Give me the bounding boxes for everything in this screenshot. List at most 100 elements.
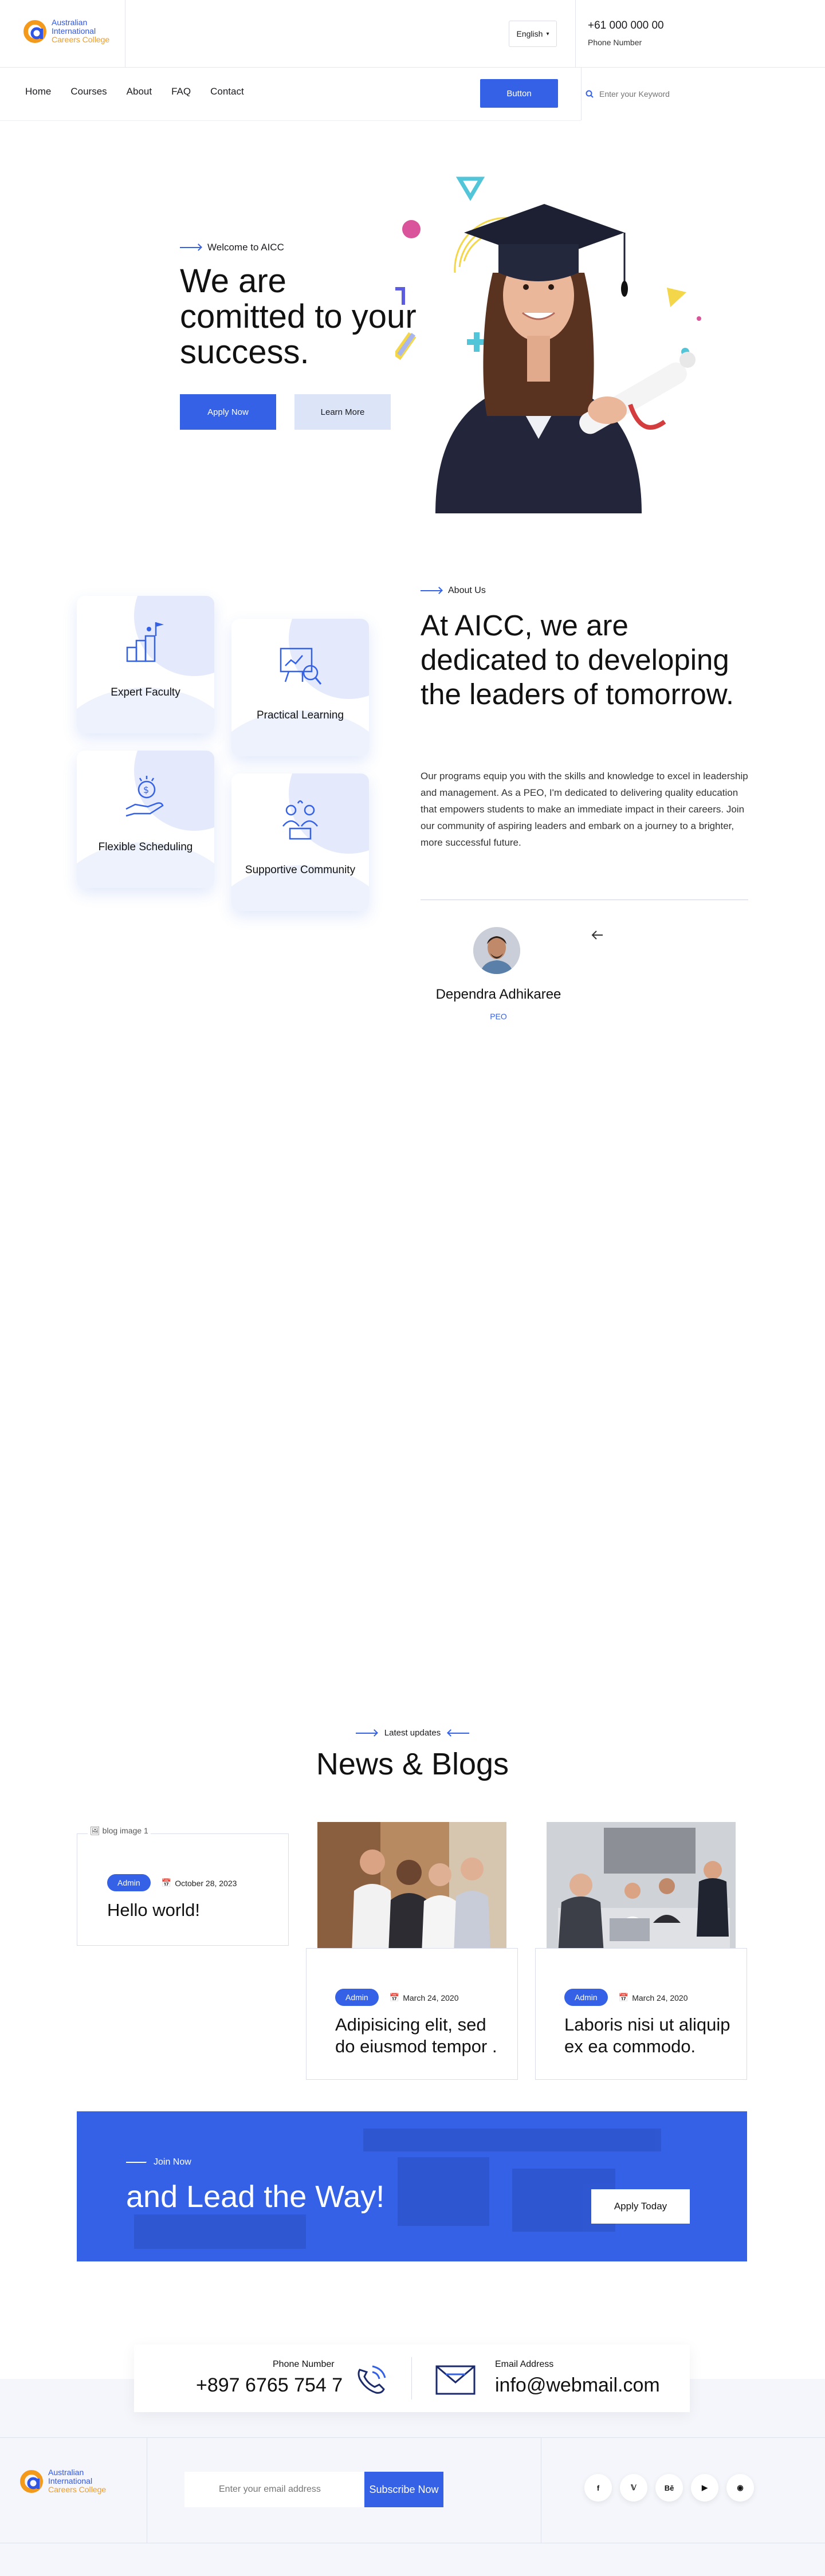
youtube-icon[interactable]: ▶ [691,2474,718,2502]
logo-mark-icon [23,19,46,43]
top-bar: Australian International Careers College… [0,0,825,68]
arrow-right-icon [126,2162,147,2163]
decor-triangle [455,176,485,201]
testimonial-name: Dependra Adhikaree [435,987,561,1002]
divider [575,0,576,68]
feature-label: Expert Faculty [111,686,180,698]
about-eyebrow: About Us [421,586,486,596]
blogs-eyebrow-text: Latest updates [384,1728,441,1738]
person-photo [473,927,520,974]
top-phone-number[interactable]: +61 000 000 00 [588,19,664,32]
feature-label: Practical Learning [256,709,344,721]
brand-logo[interactable]: Australian International Careers College [23,18,109,44]
contact-email-label: Email Address [495,2359,554,2369]
hero-eyebrow: Welcome to AICC [180,242,284,253]
avatar [473,927,520,974]
blog-badge[interactable]: Admin [335,1989,379,2006]
blog-card[interactable]: Admin 📅 March 24, 2020 Laboris nisi ut a… [535,1948,747,2080]
apply-now-button[interactable]: Apply Now [180,394,276,430]
graduate-student-image [395,176,701,513]
contact-box: Phone Number +897 6765 754 7 Email Addre… [134,2345,690,2412]
nav-button[interactable]: Button [480,79,558,108]
apply-today-button[interactable]: Apply Today [591,2189,690,2224]
decor-circle [402,220,421,238]
nav-item-home[interactable]: Home [25,86,51,97]
contact-phone[interactable]: +897 6765 754 7 [196,2374,343,2397]
footer-logo[interactable]: Australian International Careers College [19,2468,106,2494]
blog-image-alt: blog image 1 [102,1826,148,1835]
svg-text:$: $ [143,784,149,795]
instagram-icon[interactable]: ◉ [726,2474,754,2502]
facebook-icon[interactable]: f [584,2474,612,2502]
arrow-right-icon [180,247,201,248]
footer-divider [0,2437,825,2438]
nav-item-courses[interactable]: Courses [70,86,107,97]
brand-line-1: Australian [52,18,88,27]
feature-label: Flexible Scheduling [98,841,193,853]
hand-coin-icon: $ [125,776,164,817]
blog-image[interactable] [317,1822,506,1954]
blog-card[interactable]: Admin 📅 March 24, 2020 Adipisicing elit,… [306,1948,518,2080]
cta-banner: Join Now and Lead the Way! Apply Today [77,2111,747,2261]
feature-label: Supportive Community [245,864,356,876]
contact-email[interactable]: info@webmail.com [495,2374,660,2397]
about-eyebrow-text: About Us [448,586,486,595]
feature-card-flexible-scheduling[interactable]: $ Flexible Scheduling [77,751,214,888]
subscribe-button[interactable]: Subscribe Now [364,2472,443,2507]
blog-date: March 24, 2020 [403,1993,459,2002]
feature-card-practical-learning[interactable]: Practical Learning [231,619,369,756]
hero-eyebrow-text: Welcome to AICC [207,242,284,253]
arrow-right-icon [421,590,441,591]
brand-line-1: Australian [48,2468,84,2477]
learn-more-button[interactable]: Learn More [294,394,391,430]
chevron-down-icon: ▾ [546,30,549,37]
cta-eyebrow: Join Now [126,2157,191,2167]
brand-line-2: International [52,26,96,36]
presentation-board-icon [280,647,322,685]
calendar-icon: 📅 [161,1878,172,1887]
phone-icon [358,2365,386,2394]
search-input[interactable] [599,89,771,99]
brand-line-3: Careers College [52,35,110,44]
about-text: Our programs equip you with the skills a… [421,771,748,848]
divider [411,2357,412,2400]
about-title: At AICC, we are dedicated to developing … [421,609,734,710]
blog-title[interactable]: Adipisicing elit, sed do eiusmod tempor … [335,2014,501,2057]
nav-item-faq[interactable]: FAQ [171,86,191,97]
blogs-eyebrow: Latest updates [0,1728,825,1738]
search-icon[interactable] [586,90,594,98]
podium-flag-icon [126,622,164,662]
feature-card-expert-faculty[interactable]: Expert Faculty [77,596,214,733]
blog-badge[interactable]: Admin [107,1874,151,1891]
blog-card[interactable]: 🖼 blog image 1 Admin 📅 October 28, 2023 … [77,1826,289,1946]
language-label: English [516,29,543,38]
cta-eyebrow-text: Join Now [154,2157,191,2167]
blog-date: March 24, 2020 [632,1993,688,2002]
newsletter-email-input[interactable] [184,2472,366,2507]
calendar-icon: 📅 [389,1993,400,2002]
blog-badge[interactable]: Admin [564,1989,608,2006]
twitter-icon[interactable]: 𝕍 [620,2474,647,2502]
language-select[interactable]: English ▾ [509,21,557,47]
blog-image[interactable] [547,1822,736,1954]
brand-line-3: Careers College [48,2485,107,2494]
nav-item-about[interactable]: About [127,86,152,97]
main-nav: Home Courses About FAQ Contact [25,86,264,97]
behance-icon[interactable]: Bē [655,2474,683,2502]
nav-divider [0,120,581,121]
contact-phone-label: Phone Number [273,2359,335,2369]
mail-icon [435,2365,476,2395]
broken-image-icon: 🖼 [90,1826,100,1835]
arrow-left-icon[interactable] [590,928,604,942]
search-bar [581,68,825,120]
feature-card-supportive-community[interactable]: Supportive Community [231,773,369,911]
top-phone: +61 000 000 00 Phone Number [588,19,664,47]
nav-item-contact[interactable]: Contact [210,86,244,97]
blog-title[interactable]: Laboris nisi ut aliquip ex ea commodo. [564,2014,730,2057]
cta-title: and Lead the Way! [126,2180,385,2214]
arrow-left-icon [449,1732,470,1734]
brand-line-2: International [48,2476,93,2485]
hero-title: We are comitted to your success. [180,262,417,371]
blog-title[interactable]: Hello world! [107,1899,237,1921]
calendar-icon: 📅 [618,1993,629,2002]
